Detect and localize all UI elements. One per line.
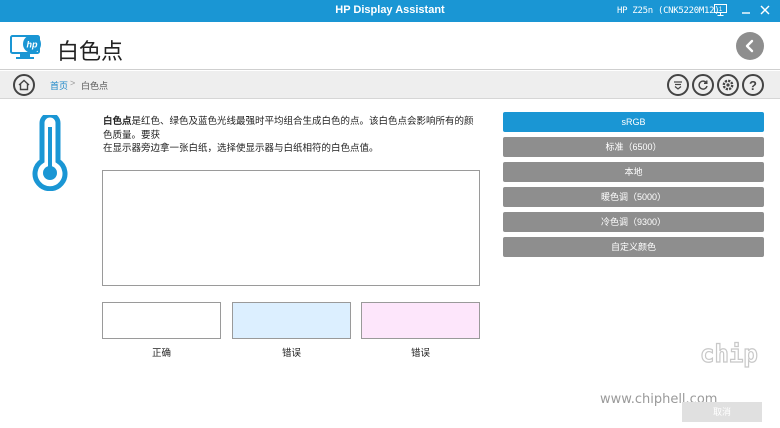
option-warm-5000-button[interactable]: 暖色调（5000） — [503, 187, 764, 207]
cancel-button[interactable]: 取消 — [682, 402, 762, 422]
description-text: 白色点是红色、绿色及蓝色光线最强时平均组合生成白色的点。该白色点会影响所有的颜色… — [103, 115, 483, 156]
description-line2: 在显示器旁边拿一张白纸，选择使显示器与白纸相符的白色点值。 — [103, 143, 379, 154]
description-rest: 是红色、绿色及蓝色光线最强时平均组合生成白色的点。该白色点会影响所有的颜色质量。… — [103, 116, 474, 141]
breadcrumb-separator: > — [70, 78, 76, 88]
white-preview-box — [102, 170, 480, 286]
help-icon: ? — [749, 78, 757, 92]
menu-circle-button[interactable] — [667, 74, 689, 96]
home-button[interactable] — [13, 74, 35, 96]
option-cool-9300-button[interactable]: 冷色调（9300） — [503, 212, 764, 232]
breadcrumb-current: 白色点 — [81, 81, 109, 91]
option-standard-6500-button[interactable]: 标准（6500） — [503, 137, 764, 157]
refresh-icon — [698, 80, 708, 90]
correct-sample-swatch — [102, 302, 221, 339]
sample-label-correct: 正确 — [151, 348, 171, 359]
settings-button[interactable] — [717, 74, 739, 96]
option-custom-color-button[interactable]: 自定义颜色 — [503, 237, 764, 257]
home-icon — [18, 79, 30, 91]
description-bold: 白色点 — [103, 116, 132, 127]
hp-monitor-icon: hp — [10, 35, 46, 66]
close-button[interactable] — [758, 3, 772, 17]
monitor-id: HP Z25n (CNK5220M12) — [617, 6, 720, 16]
refresh-button[interactable] — [692, 74, 714, 96]
chiphell-watermark-logo: chip hell — [600, 339, 780, 397]
help-button[interactable]: ? — [742, 74, 764, 96]
page-title: 白色点 — [57, 40, 124, 65]
wrong-blue-sample-swatch — [232, 302, 351, 339]
breadcrumb-bar: 首页 > 白色点 ? — [0, 71, 780, 99]
display-number-icon[interactable]: 1 — [713, 3, 727, 17]
thermometer-icon — [30, 112, 70, 196]
watermark-logo-text: chip hell — [700, 340, 770, 368]
page-header: hp 白色点 — [0, 22, 780, 70]
sample-label-wrong-blue: 错误 — [281, 348, 301, 359]
wrong-pink-sample-swatch — [361, 302, 480, 339]
back-button[interactable] — [736, 32, 764, 60]
option-srgb-button[interactable]: sRGB — [503, 112, 764, 132]
help-glyph: ? — [749, 78, 757, 92]
menu-circle-icon — [674, 81, 682, 90]
sample-label-wrong-pink: 错误 — [410, 348, 430, 359]
gear-icon — [722, 79, 734, 91]
minimize-button[interactable] — [739, 3, 753, 17]
option-native-button[interactable]: 本地 — [503, 162, 764, 182]
breadcrumb-home-link[interactable]: 首页 — [50, 79, 68, 92]
chevron-left-icon — [745, 39, 754, 53]
hp-logo-text: hp — [27, 40, 38, 50]
title-bar: HP Display Assistant HP Z25n (CNK5220M12… — [0, 0, 780, 22]
